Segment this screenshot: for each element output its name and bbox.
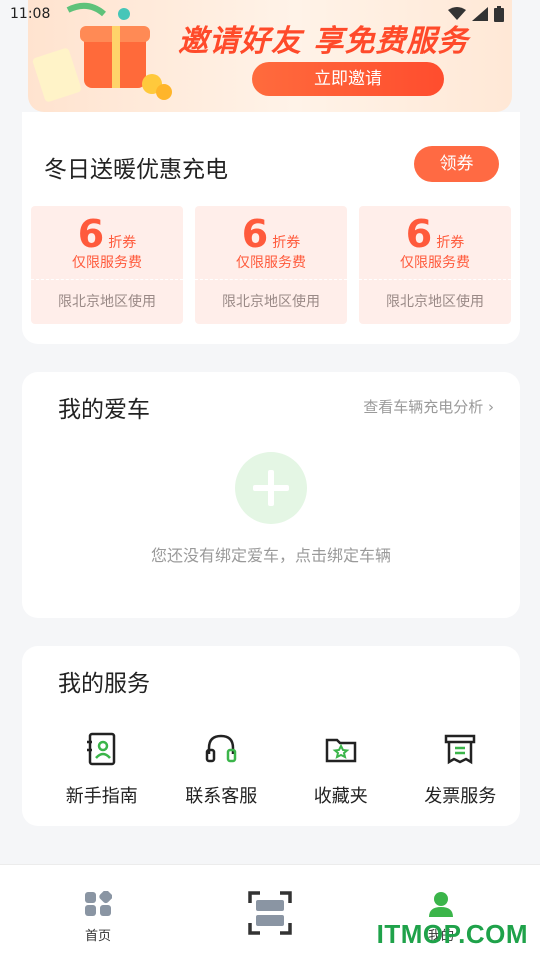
- coupon-value: 6: [241, 212, 269, 256]
- invoice-icon: [445, 734, 476, 765]
- my-car-title: 我的爱车: [58, 397, 150, 423]
- service-list: 新手指南 联系客服 收藏夹 发票服务: [22, 732, 520, 808]
- coupon-item[interactable]: 6 折券 仅限服务费 限北京地区使用: [359, 206, 511, 324]
- service-label: 联系客服: [185, 786, 258, 807]
- service-invoice[interactable]: 发票服务: [401, 732, 521, 808]
- status-icons: [448, 6, 504, 22]
- service-support[interactable]: 联系客服: [162, 732, 282, 808]
- scan-icon: [248, 891, 292, 935]
- coupon-list: 6 折券 仅限服务费 限北京地区使用 6 折券 仅限服务费 限北京地区使用 6 折券 …: [31, 206, 511, 324]
- tab-scan[interactable]: [230, 891, 310, 939]
- coupon-item[interactable]: 6 折券 仅限服务费 限北京地区使用: [31, 206, 183, 324]
- coupon-unit: 折券: [436, 235, 465, 251]
- charging-analysis-label: 查看车辆充电分析: [363, 398, 484, 416]
- headset-icon: [206, 734, 237, 763]
- service-guide[interactable]: 新手指南: [42, 732, 162, 808]
- coupon-region: 限北京地区使用: [222, 294, 320, 310]
- coupon-unit: 折券: [108, 235, 137, 251]
- battery-icon: [494, 6, 504, 22]
- service-label: 新手指南: [65, 786, 138, 807]
- coupon-desc: 仅限服务费: [72, 255, 142, 271]
- coupon-unit: 折券: [272, 235, 301, 251]
- coupon-region: 限北京地区使用: [386, 294, 484, 310]
- coupon-value: 6: [77, 212, 105, 256]
- invite-now-button[interactable]: 立即邀请: [252, 62, 444, 96]
- coupon-section-title: 冬日送暖优惠充电: [44, 157, 228, 183]
- status-bar: 11:08: [0, 0, 540, 34]
- tab-home-label: 首页: [84, 929, 111, 944]
- user-icon: [429, 892, 453, 917]
- coupon-item[interactable]: 6 折券 仅限服务费 限北京地区使用: [195, 206, 347, 324]
- signal-icon: [472, 7, 488, 21]
- watermark: ITMOP.COM: [376, 919, 528, 949]
- status-time: 11:08: [10, 6, 51, 22]
- service-favorites[interactable]: 收藏夹: [281, 732, 401, 808]
- favorites-folder-icon: [325, 738, 356, 763]
- charging-analysis-link[interactable]: 查看车辆充电分析 ›: [363, 396, 494, 417]
- home-grid-icon: [85, 890, 113, 916]
- tab-home[interactable]: 首页: [58, 890, 138, 944]
- coupon-region: 限北京地区使用: [58, 294, 156, 310]
- bind-car-prompt[interactable]: 您还没有绑定爱车，点击绑定车辆: [22, 542, 520, 566]
- coupon-desc: 仅限服务费: [400, 255, 470, 271]
- my-services-title: 我的服务: [58, 671, 150, 697]
- add-car-button[interactable]: [235, 452, 307, 524]
- my-car-section: 我的爱车 查看车辆充电分析 › 您还没有绑定爱车，点击绑定车辆: [22, 372, 520, 618]
- plus-icon: [253, 470, 289, 506]
- guide-icon: [86, 732, 115, 766]
- coupon-desc: 仅限服务费: [236, 255, 306, 271]
- coupon-value: 6: [405, 212, 433, 256]
- bottom-tab-bar: 首页 我的 ITMOP.COM: [0, 864, 540, 960]
- claim-coupon-button[interactable]: 领券: [414, 146, 499, 182]
- coupon-section: 冬日送暖优惠充电 领券 6 折券 仅限服务费 限北京地区使用 6 折券 仅限服务费 …: [22, 112, 520, 344]
- service-label: 发票服务: [424, 786, 497, 807]
- wifi-icon: [448, 7, 466, 20]
- chevron-right-icon: ›: [488, 398, 494, 416]
- my-services-section: 我的服务 新手指南 联系客服 收藏夹 发票服务: [22, 646, 520, 826]
- service-label: 收藏夹: [313, 786, 368, 807]
